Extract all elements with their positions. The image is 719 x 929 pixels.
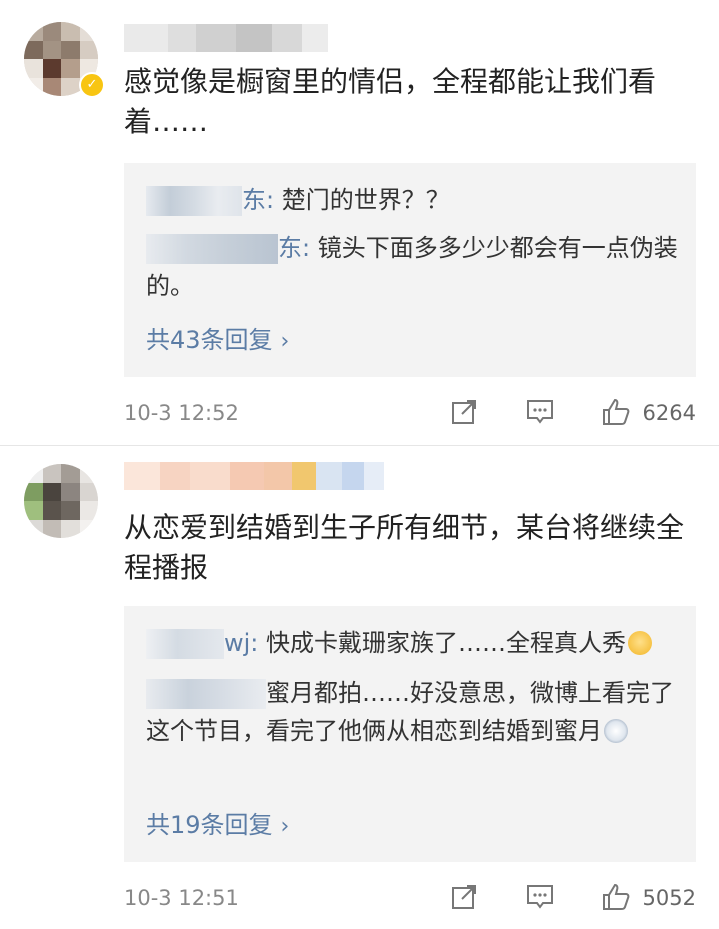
- reply-preview-box[interactable]: 东: 楚门的世界？？ 东: 镜头下面多多少少都会有一点伪装的。 共43条回复 ›: [124, 163, 696, 377]
- avatar[interactable]: [24, 464, 98, 538]
- comment-footer: 10-3 12:51 5052: [124, 883, 696, 913]
- comment-card: ✓ 感觉像是橱窗里的情侣，全程都能让我们看着…… 东: 楚门的世界？？ 东: 镜…: [0, 0, 719, 445]
- comment-footer: 10-3 12:52 6264: [124, 398, 696, 428]
- timestamp: 10-3 12:51: [124, 886, 239, 910]
- reply-username-blurred: [146, 234, 278, 264]
- comment-text: 从恋爱到结婚到生子所有细节，某台将继续全程播报: [124, 511, 685, 584]
- thumbs-up-icon[interactable]: [600, 881, 632, 913]
- reply-text: 楚门的世界？？: [274, 186, 450, 214]
- view-more-label: 共19条回复: [146, 811, 273, 839]
- chevron-right-icon: ›: [280, 329, 290, 354]
- reply-text: 快成卡戴珊家族了……全程真人秀: [258, 629, 627, 657]
- thumbs-up-icon[interactable]: [600, 396, 632, 428]
- like-count: 6264: [642, 401, 696, 425]
- comment-text: 感觉像是橱窗里的情侣，全程都能让我们看着……: [124, 65, 657, 138]
- reply-username-blurred: [146, 186, 242, 216]
- reply-preview-box[interactable]: wj: 快成卡戴珊家族了……全程真人秀 蜜月都拍……好没意思，微博上看完了这个节…: [124, 606, 696, 862]
- reply-username[interactable]: 东:: [278, 234, 310, 262]
- timestamp: 10-3 12:52: [124, 401, 239, 425]
- comment-icon[interactable]: [524, 396, 556, 428]
- share-icon[interactable]: [448, 396, 480, 428]
- view-more-label: 共43条回复: [146, 326, 273, 354]
- username-blurred[interactable]: [124, 462, 384, 490]
- view-more-replies-link[interactable]: 共19条回复 ›: [146, 808, 289, 844]
- reply-username-blurred: [146, 629, 224, 659]
- username-blurred[interactable]: [124, 24, 328, 52]
- reply-item[interactable]: 东: 楚门的世界？？: [146, 181, 678, 219]
- reply-item[interactable]: 蜜月都拍……好没意思，微博上看完了这个节目，看完了他俩从相恋到结婚到蜜月: [146, 674, 678, 750]
- verified-badge-icon: ✓: [79, 72, 105, 98]
- like-count: 5052: [642, 886, 696, 910]
- reply-username[interactable]: 东:: [242, 186, 274, 214]
- comment-icon[interactable]: [524, 881, 556, 913]
- reply-item[interactable]: 东: 镜头下面多多少少都会有一点伪装的。: [146, 229, 678, 305]
- comment-card: 从恋爱到结婚到生子所有细节，某台将继续全程播报 wj: 快成卡戴珊家族了……全程…: [0, 446, 719, 929]
- crying-face-emoji-icon: [604, 719, 628, 743]
- reply-item[interactable]: wj: 快成卡戴珊家族了……全程真人秀: [146, 624, 678, 662]
- reply-username[interactable]: wj:: [224, 629, 258, 657]
- reply-username-blurred: [146, 679, 266, 709]
- view-more-replies-link[interactable]: 共43条回复 ›: [146, 323, 289, 359]
- shy-face-emoji-icon: [628, 631, 653, 655]
- share-icon[interactable]: [448, 881, 480, 913]
- avatar-mosaic: [24, 464, 98, 538]
- chevron-right-icon: ›: [280, 814, 290, 839]
